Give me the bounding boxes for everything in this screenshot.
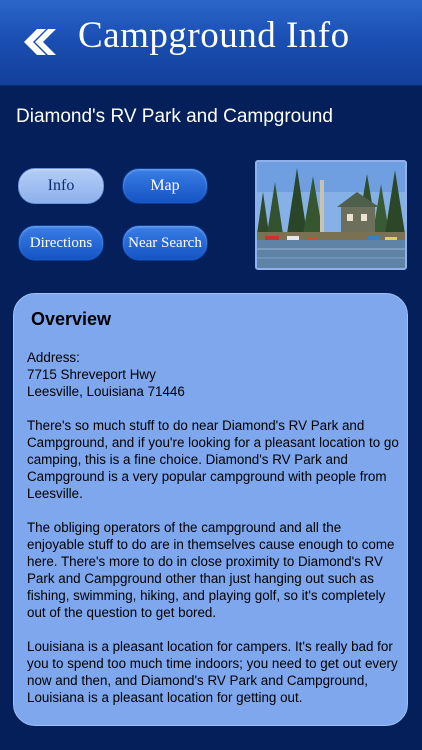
overview-paragraph-1: There's so much stuff to do near Diamond… xyxy=(27,418,399,501)
double-chevron-left-icon xyxy=(24,29,56,55)
overview-paragraph-2: The obliging operators of the campground… xyxy=(27,520,395,620)
info-button[interactable]: Info xyxy=(18,168,104,204)
overview-title: Overview xyxy=(31,309,112,329)
overview-body: Address: 7715 Shreveport Hwy Leesville, … xyxy=(27,349,399,723)
directions-button[interactable]: Directions xyxy=(18,225,104,261)
park-name: Diamond's RV Park and Campground xyxy=(16,106,333,127)
back-button[interactable] xyxy=(20,27,56,57)
campground-photo-image xyxy=(257,162,405,268)
overview-card: Overview Address: 7715 Shreveport Hwy Le… xyxy=(13,293,408,726)
address-city: Leesville, Louisiana 71446 xyxy=(27,384,185,399)
near-search-button[interactable]: Near Search xyxy=(122,225,208,261)
page-title: Campground Info xyxy=(78,15,350,56)
address-block: Address: 7715 Shreveport Hwy Leesville, … xyxy=(27,349,399,400)
overview-paragraph-3: Louisiana is a pleasant location for cam… xyxy=(27,639,398,705)
map-button[interactable]: Map xyxy=(122,168,208,204)
address-street: 7715 Shreveport Hwy xyxy=(27,367,156,382)
campground-photo[interactable] xyxy=(255,160,407,270)
address-label: Address: xyxy=(27,350,80,365)
header-bar: Campground Info xyxy=(0,0,422,86)
